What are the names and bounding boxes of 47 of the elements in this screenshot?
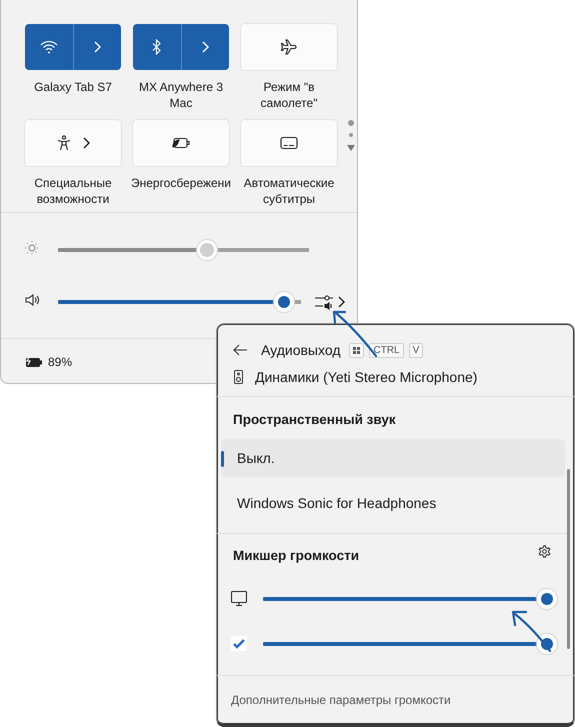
tile-label: Специальные возможности bbox=[33, 175, 113, 207]
quick-toggle-button[interactable] bbox=[241, 120, 337, 166]
battery-saver-icon bbox=[171, 137, 191, 149]
quick-toggle-button[interactable] bbox=[25, 120, 121, 166]
battery-charging-icon bbox=[25, 356, 43, 368]
tile-label: Режим "в самолете" bbox=[260, 79, 318, 111]
device-name: Динамики (Yeti Stereo Microphone) bbox=[255, 368, 478, 384]
back-arrow-icon[interactable] bbox=[233, 344, 247, 356]
keyboard-key: V bbox=[408, 342, 424, 358]
panel-title: Аудиовыход bbox=[261, 342, 340, 358]
scrollbar[interactable] bbox=[567, 469, 570, 649]
chevron-right-icon bbox=[82, 137, 90, 149]
monitor-icon bbox=[231, 591, 247, 606]
battery-percentage: 89% bbox=[48, 355, 72, 369]
speaker-device-icon bbox=[234, 370, 243, 384]
quick-toggle-button[interactable] bbox=[133, 120, 229, 166]
accessibility-icon bbox=[56, 135, 72, 151]
brightness-icon bbox=[25, 240, 39, 254]
tile-label: Автоматические субтитры bbox=[242, 175, 336, 207]
annotation-arrow bbox=[512, 610, 552, 652]
chevron-right-icon bbox=[201, 41, 210, 53]
audio-output-button[interactable] bbox=[315, 294, 345, 310]
sound-settings-icon bbox=[315, 294, 333, 310]
slider-thumb[interactable] bbox=[196, 240, 217, 260]
tile-label: Galaxy Tab S7 bbox=[33, 79, 113, 95]
captions-icon bbox=[280, 136, 298, 150]
wifi-icon bbox=[40, 40, 58, 54]
section-heading: Пространственный звук bbox=[232, 411, 397, 429]
windows-key-icon bbox=[349, 342, 364, 358]
chevron-right-icon bbox=[337, 296, 345, 308]
output-device-item[interactable]: Динамики (Yeti Stereo Microphone) bbox=[217, 359, 574, 387]
slider-thumb[interactable] bbox=[274, 292, 294, 312]
slider-thumb[interactable] bbox=[537, 588, 557, 608]
spatial-sound-option[interactable]: Windows Sonic for Headphones bbox=[221, 484, 565, 522]
spatial-sound-option[interactable]: Выкл. bbox=[221, 439, 565, 477]
bluetooth-icon bbox=[152, 39, 162, 55]
tile-label: MX Anywhere 3 Mac bbox=[138, 79, 224, 111]
section-heading: Микшер громкости bbox=[232, 547, 360, 565]
speaker-icon bbox=[25, 292, 41, 306]
tile-label: Энергосбережени bbox=[130, 175, 232, 191]
chevron-right-icon bbox=[93, 41, 102, 53]
checkmark-icon bbox=[231, 636, 247, 651]
quick-toggle-button[interactable] bbox=[241, 24, 337, 70]
settings-icon[interactable] bbox=[538, 544, 551, 558]
more-volume-settings-link[interactable]: Дополнительные параметры громкости bbox=[231, 693, 451, 707]
airplane-icon bbox=[280, 39, 298, 55]
keyboard-key: CTRL bbox=[369, 342, 404, 358]
